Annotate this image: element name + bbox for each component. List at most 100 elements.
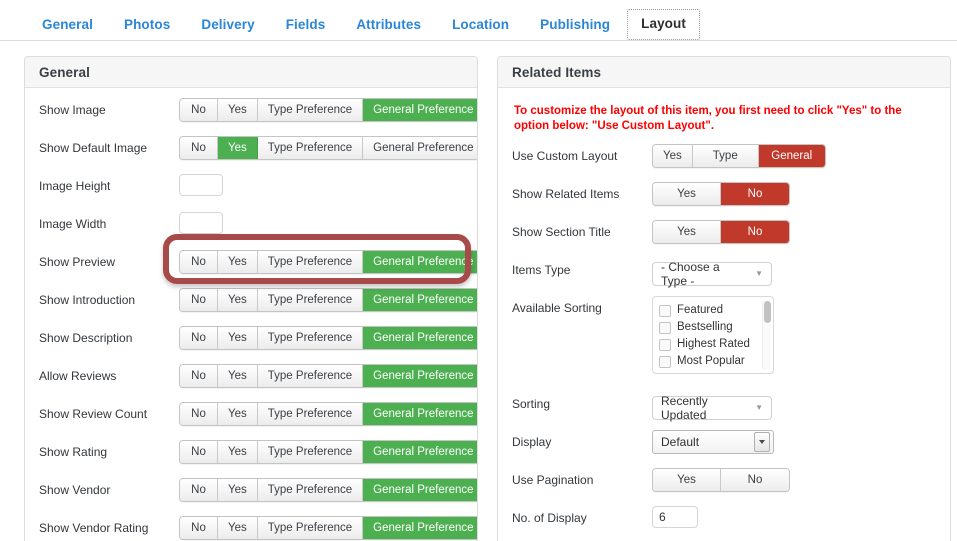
button-show-rating-type-preference[interactable]: Type Preference — [257, 441, 364, 463]
form-row-items-type: Items Type - Choose a Type - ▼ — [512, 258, 936, 296]
select-display[interactable]: Default — [652, 430, 774, 454]
button-show-introduction-yes[interactable]: Yes — [218, 289, 258, 311]
button-show-default-image-no[interactable]: No — [180, 137, 218, 159]
button-show-description-yes[interactable]: Yes — [218, 327, 258, 349]
button-show-review-count-general-preference[interactable]: General Preference — [363, 403, 477, 425]
button-show-introduction-type-preference[interactable]: Type Preference — [257, 289, 364, 311]
button-show-description-no[interactable]: No — [180, 327, 218, 349]
label-items-type: Items Type — [512, 263, 571, 277]
buttongroup-show-vendor: No Yes Type Preference General Preference — [179, 478, 477, 502]
button-use-custom-layout-general[interactable]: General — [758, 145, 825, 167]
button-show-vendor-no[interactable]: No — [180, 479, 218, 501]
button-use-pagination-no[interactable]: No — [721, 469, 789, 491]
tab-general[interactable]: General — [28, 11, 107, 40]
button-show-preview-yes[interactable]: Yes — [218, 251, 258, 273]
checkbox-featured[interactable] — [659, 304, 671, 317]
form-row-show-related-items: Show Related Items Yes No — [512, 182, 936, 220]
button-show-related-items-yes[interactable]: Yes — [653, 183, 721, 205]
checkbox-bestselling[interactable] — [659, 321, 671, 334]
button-show-vendor-rating-no[interactable]: No — [180, 517, 218, 539]
button-show-description-general-preference[interactable]: General Preference — [363, 327, 477, 349]
button-show-image-yes[interactable]: Yes — [218, 99, 258, 121]
button-show-vendor-rating-type-preference[interactable]: Type Preference — [257, 517, 364, 539]
button-show-vendor-type-preference[interactable]: Type Preference — [257, 479, 364, 501]
buttongroup-show-review-count: No Yes Type Preference General Preference — [179, 402, 477, 426]
tab-photos[interactable]: Photos — [110, 11, 184, 40]
button-show-vendor-yes[interactable]: Yes — [218, 479, 258, 501]
input-image-height[interactable] — [179, 174, 223, 196]
label-show-introduction: Show Introduction — [39, 293, 136, 307]
button-show-introduction-general-preference[interactable]: General Preference — [363, 289, 477, 311]
checkbox-highest-rated[interactable] — [659, 338, 671, 351]
button-allow-reviews-yes[interactable]: Yes — [218, 365, 258, 387]
form-row-show-rating: Show Rating No Yes Type Preference General P… — [39, 440, 477, 478]
form-row-available-sorting: Available Sorting Featured Bestselling High… — [512, 296, 936, 392]
control-allow-reviews: No Yes Type Preference General Preference — [179, 364, 477, 388]
button-show-default-image-type-preference[interactable]: Type Preference — [257, 137, 364, 159]
select-value-items-type: - Choose a Type - — [661, 260, 720, 288]
select-sorting[interactable]: Recently Updated ▼ — [652, 394, 772, 422]
button-allow-reviews-type-preference[interactable]: Type Preference — [257, 365, 364, 387]
control-no-of-display — [652, 506, 936, 528]
button-show-rating-general-preference[interactable]: General Preference — [363, 441, 477, 463]
select-items-type[interactable]: - Choose a Type - ▼ — [652, 260, 772, 288]
button-show-vendor-general-preference[interactable]: General Preference — [363, 479, 477, 501]
tab-delivery[interactable]: Delivery — [187, 11, 268, 40]
button-show-related-items-no[interactable]: No — [721, 183, 789, 205]
button-show-preview-type-preference[interactable]: Type Preference — [257, 251, 364, 273]
input-image-width[interactable] — [179, 212, 223, 234]
button-show-vendor-rating-yes[interactable]: Yes — [218, 517, 258, 539]
buttongroup-show-rating: No Yes Type Preference General Preference — [179, 440, 477, 464]
buttongroup-use-pagination: Yes No — [652, 468, 790, 492]
control-use-pagination: Yes No — [652, 468, 936, 492]
list-item[interactable]: Most Popular — [653, 353, 773, 370]
tab-fields[interactable]: Fields — [272, 11, 340, 40]
form-row-use-custom-layout: Use Custom Layout Yes Type General — [512, 144, 936, 182]
button-show-image-no[interactable]: No — [180, 99, 218, 121]
button-show-vendor-rating-general-preference[interactable]: General Preference — [363, 517, 477, 539]
panel-general-body: Show Image No Yes Type Preference General Pr… — [25, 88, 477, 541]
button-use-pagination-yes[interactable]: Yes — [653, 469, 721, 491]
button-allow-reviews-no[interactable]: No — [180, 365, 218, 387]
form-row-show-description: Show Description No Yes Type Preference Gene… — [39, 326, 477, 364]
button-show-preview-general-preference[interactable]: General Preference — [363, 251, 477, 273]
list-item[interactable]: Highest Rated — [653, 336, 773, 353]
button-show-description-type-preference[interactable]: Type Preference — [257, 327, 364, 349]
button-show-preview-no[interactable]: No — [180, 251, 218, 273]
button-show-review-count-no[interactable]: No — [180, 403, 218, 425]
control-show-preview: No Yes Type Preference General Preference — [179, 250, 477, 274]
checkbox-most-popular[interactable] — [659, 355, 671, 368]
button-show-review-count-type-preference[interactable]: Type Preference — [257, 403, 364, 425]
button-show-rating-yes[interactable]: Yes — [218, 441, 258, 463]
tab-list: General Photos Delivery Fields Attributes Loc… — [28, 9, 703, 40]
button-use-custom-layout-yes[interactable]: Yes — [653, 145, 693, 167]
tab-location[interactable]: Location — [438, 11, 523, 40]
button-use-custom-layout-type[interactable]: Type — [692, 145, 759, 167]
form-row-image-height: Image Height — [39, 174, 463, 212]
scrollbar-thumb[interactable] — [763, 301, 771, 323]
list-item-label: Bestselling — [677, 321, 733, 333]
button-show-image-type-preference[interactable]: Type Preference — [257, 99, 364, 121]
button-allow-reviews-general-preference[interactable]: General Preference — [363, 365, 477, 387]
tab-attributes[interactable]: Attributes — [342, 11, 435, 40]
buttongroup-show-section-title: Yes No — [652, 220, 790, 244]
list-item[interactable]: Bestselling — [653, 319, 773, 336]
checklist-available-sorting[interactable]: Featured Bestselling Highest Rated Most Pop… — [652, 296, 774, 374]
button-show-section-title-no[interactable]: No — [721, 221, 789, 243]
button-show-introduction-no[interactable]: No — [180, 289, 218, 311]
tab-layout[interactable]: Layout — [627, 9, 700, 40]
label-use-custom-layout: Use Custom Layout — [512, 149, 618, 163]
form-row-use-pagination: Use Pagination Yes No — [512, 468, 936, 506]
button-show-rating-no[interactable]: No — [180, 441, 218, 463]
button-show-section-title-yes[interactable]: Yes — [653, 221, 721, 243]
chevron-down-icon: ▼ — [755, 403, 763, 412]
form-row-no-of-display: No. of Display — [512, 506, 936, 541]
input-no-of-display[interactable] — [652, 506, 698, 528]
chevron-down-icon[interactable] — [754, 432, 770, 452]
button-show-review-count-yes[interactable]: Yes — [218, 403, 258, 425]
tab-publishing[interactable]: Publishing — [526, 11, 624, 40]
list-item[interactable]: Featured — [653, 302, 773, 319]
button-show-default-image-yes[interactable]: Yes — [218, 137, 258, 159]
button-show-image-general-preference[interactable]: General Preference — [363, 99, 477, 121]
button-show-default-image-general-preference[interactable]: General Preference — [363, 137, 477, 159]
